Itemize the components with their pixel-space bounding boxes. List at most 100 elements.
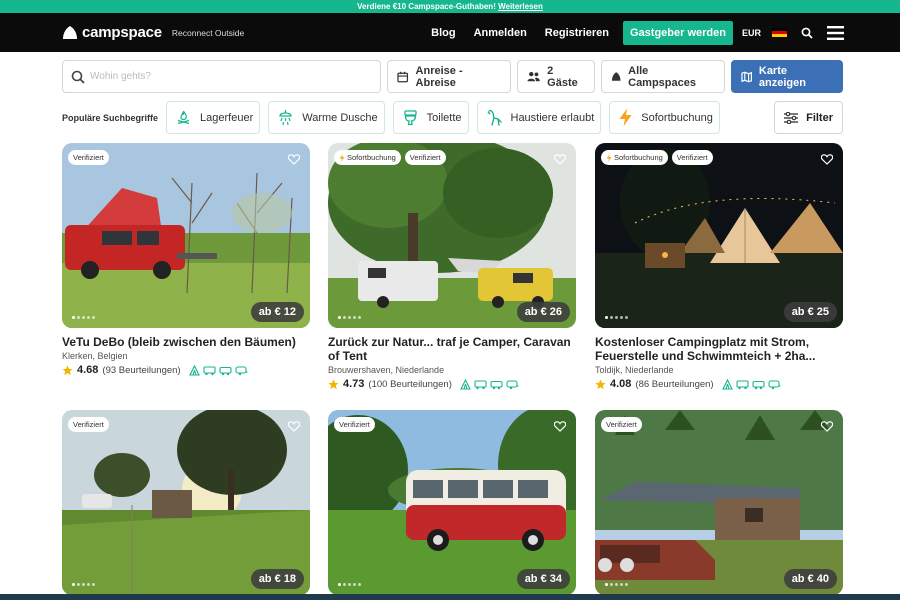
logo-tent-icon: [63, 26, 77, 39]
listing-location: Toldijk, Niederlande: [595, 365, 674, 375]
camper-amenity-icon: [490, 380, 503, 389]
brand-name: campspace: [82, 24, 162, 41]
price-tag: ab € 12: [250, 302, 304, 322]
search-input[interactable]: [90, 71, 370, 82]
star-icon: [62, 364, 73, 375]
chip-instant-booking[interactable]: Sofortbuchung: [609, 101, 720, 134]
popular-searches-label: Populäre Suchbegriffe: [62, 112, 159, 123]
carousel-dots[interactable]: [605, 316, 628, 319]
favorite-heart-icon[interactable]: [820, 152, 834, 170]
chip-label: Warme Dusche: [302, 111, 378, 124]
verified-badge: Verifiziert: [671, 150, 713, 165]
van-amenity-icon: [474, 379, 487, 389]
listing-title[interactable]: VeTu DeBo (bleib zwischen den Bäumen): [62, 335, 310, 349]
listing-photo[interactable]: Verifiziert ab € 40: [595, 410, 843, 595]
listing-photo[interactable]: Verifiziert ab € 18: [62, 410, 310, 595]
price-tag: ab € 26: [516, 302, 570, 322]
language-flag-icon[interactable]: [772, 27, 787, 38]
listing-title[interactable]: Kostenloser Campingplatz mit Strom, Feue…: [595, 335, 843, 363]
caravan-amenity-icon: [506, 379, 519, 389]
favorite-heart-icon[interactable]: [287, 419, 301, 437]
listing-card[interactable]: Sofortbuchung Verifiziert ab € 25 Kosten…: [595, 143, 843, 390]
top-navbar: campspace Reconnect Outside Blog Anmelde…: [0, 13, 900, 52]
filter-button[interactable]: Filter: [774, 101, 843, 134]
instant-booking-label: Sofortbuchung: [614, 153, 663, 162]
price-tag: ab € 18: [250, 569, 304, 589]
chip-label: Toilette: [426, 111, 462, 124]
chip-warm-shower[interactable]: Warme Dusche: [268, 101, 385, 134]
listing-photo[interactable]: Verifiziert ab € 12: [62, 143, 310, 328]
chip-label: Haustiere erlaubt: [510, 111, 595, 124]
favorite-heart-icon[interactable]: [820, 419, 834, 437]
instant-booking-label: Sofortbuchung: [347, 153, 396, 162]
promo-banner: Verdiene €10 Campspace-Guthaben! Weiterl…: [0, 0, 900, 13]
search-icon[interactable]: [801, 27, 813, 39]
listing-card[interactable]: Sofortbuchung Verifiziert ab € 26 Zurück…: [328, 143, 576, 390]
favorite-heart-icon[interactable]: [553, 419, 567, 437]
tent-icon: [611, 72, 621, 81]
photo-night-tents-lights: [595, 143, 843, 328]
amenity-icons: [188, 364, 248, 376]
logo[interactable]: campspace: [62, 24, 162, 41]
carousel-dots[interactable]: [338, 316, 361, 319]
rating-score: 4.08: [610, 378, 632, 390]
instant-booking-badge: Sofortbuchung: [601, 150, 668, 165]
favorite-heart-icon[interactable]: [287, 152, 301, 170]
favorite-heart-icon[interactable]: [553, 152, 567, 170]
price-tag: ab € 34: [516, 569, 570, 589]
brand-tagline: Reconnect Outside: [171, 27, 245, 38]
photo-sunset-field: [62, 410, 310, 595]
star-icon: [328, 378, 339, 389]
nav-link-login[interactable]: Anmelden: [474, 27, 527, 39]
map-button-label: Karte anzeigen: [758, 64, 806, 89]
carousel-dots[interactable]: [72, 583, 95, 586]
filter-label: Filter: [806, 111, 833, 124]
campspace-type-picker[interactable]: Alle Campspaces: [600, 60, 725, 93]
van-amenity-icon: [203, 365, 216, 375]
search-bar: Anreise - Abreise 2 Gäste Alle Campspace…: [62, 60, 844, 93]
carousel-dots[interactable]: [338, 583, 361, 586]
listing-card[interactable]: Verifiziert ab € 34: [328, 410, 576, 595]
sliders-icon: [784, 111, 799, 124]
price-tag: ab € 40: [783, 569, 837, 589]
caravan-amenity-icon: [235, 365, 248, 375]
listing-photo[interactable]: Verifiziert ab € 34: [328, 410, 576, 595]
destination-search[interactable]: [62, 60, 382, 93]
show-map-button[interactable]: Karte anzeigen: [730, 60, 844, 93]
amenity-icons: [721, 378, 781, 390]
verified-badge: Verifiziert: [334, 417, 375, 432]
chip-pets-allowed[interactable]: Haustiere erlaubt: [476, 101, 602, 134]
search-icon: [71, 70, 85, 84]
review-count: (86 Beurteilungen): [635, 378, 714, 390]
become-host-button[interactable]: Gastgeber werden: [623, 20, 733, 45]
chip-label: Lagerfeuer: [200, 111, 254, 124]
chip-toilet[interactable]: Toilette: [392, 101, 469, 134]
chip-campfire[interactable]: Lagerfeuer: [166, 101, 261, 134]
listing-card[interactable]: Verifiziert ab € 40: [595, 410, 843, 595]
listing-rating: 4.73 (100 Beurteilungen): [328, 378, 576, 390]
rating-score: 4.68: [77, 364, 99, 376]
calendar-icon: [397, 71, 409, 82]
bottom-edge-bar: [0, 594, 900, 600]
nav-link-register[interactable]: Registrieren: [545, 27, 609, 39]
promo-link[interactable]: Weiterlesen: [498, 2, 543, 11]
verified-badge: Verifiziert: [68, 150, 109, 165]
currency-selector[interactable]: EUR: [742, 28, 761, 38]
carousel-dots[interactable]: [605, 583, 628, 586]
guests-picker[interactable]: 2 Gäste: [516, 60, 595, 93]
listing-card[interactable]: Verifiziert ab € 18: [62, 410, 310, 595]
camper-amenity-icon: [219, 366, 232, 375]
listing-title[interactable]: Zurück zur Natur... traf je Camper, Cara…: [328, 335, 576, 363]
carousel-dots[interactable]: [72, 316, 95, 319]
listing-photo[interactable]: Sofortbuchung Verifiziert ab € 26: [328, 143, 576, 328]
campfire-icon: [177, 110, 190, 125]
rating-score: 4.73: [343, 378, 365, 390]
listing-photo[interactable]: Sofortbuchung Verifiziert ab € 25: [595, 143, 843, 328]
lightning-icon: [339, 153, 345, 162]
nav-link-blog[interactable]: Blog: [431, 27, 455, 39]
guests-label: 2 Gäste: [547, 64, 578, 89]
dates-picker[interactable]: Anreise - Abreise: [387, 60, 511, 93]
menu-icon[interactable]: [827, 25, 844, 40]
toilet-icon: [403, 110, 417, 126]
listing-card[interactable]: Verifiziert ab € 12 VeTu DeBo (bleib zwi…: [62, 143, 310, 376]
